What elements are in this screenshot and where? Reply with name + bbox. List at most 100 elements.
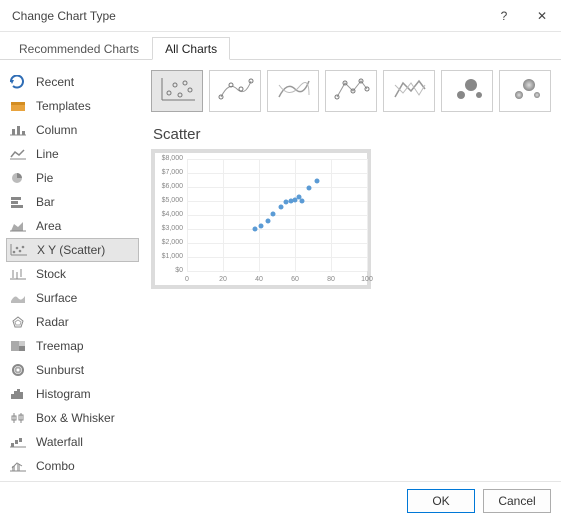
chart-type-label: Column xyxy=(36,123,77,137)
chart-type-label: Pie xyxy=(36,171,53,185)
bubble-icon xyxy=(447,75,487,108)
scatter-smooth-markers-icon xyxy=(215,75,255,108)
recent-icon xyxy=(8,72,28,92)
chart-type-scatter[interactable]: X Y (Scatter) xyxy=(6,238,139,262)
templates-icon xyxy=(8,96,28,116)
chart-type-label: Line xyxy=(36,147,59,161)
y-tick-label: $2,000 xyxy=(157,239,183,246)
chart-type-radar[interactable]: Radar xyxy=(6,310,139,334)
subtype-scatter-smooth[interactable] xyxy=(267,70,319,112)
scatter-icon xyxy=(9,240,29,260)
scatter-icon xyxy=(157,75,197,108)
close-button[interactable]: ✕ xyxy=(523,0,561,32)
subtype-row xyxy=(151,70,551,112)
chart-type-label: Surface xyxy=(36,291,77,305)
combo-icon xyxy=(8,456,28,476)
chart-type-recent[interactable]: Recent xyxy=(6,70,139,94)
chart-type-surface[interactable]: Surface xyxy=(6,286,139,310)
chart-type-bar[interactable]: Bar xyxy=(6,190,139,214)
x-tick-label: 20 xyxy=(219,276,227,283)
y-tick-label: $8,000 xyxy=(157,155,183,162)
close-icon: ✕ xyxy=(537,9,547,23)
chart-type-label: Area xyxy=(36,219,61,233)
data-point xyxy=(253,227,258,232)
data-point xyxy=(300,199,305,204)
x-tick-label: 60 xyxy=(291,276,299,283)
subtype-bubble[interactable] xyxy=(441,70,493,112)
chart-type-pie[interactable]: Pie xyxy=(6,166,139,190)
subtype-bubble-3d[interactable] xyxy=(499,70,551,112)
data-point xyxy=(266,218,271,223)
stock-icon xyxy=(8,264,28,284)
chart-type-label: Treemap xyxy=(36,339,84,353)
chart-type-label: Recent xyxy=(36,75,74,89)
chart-type-label: Sunburst xyxy=(36,363,84,377)
surface-icon xyxy=(8,288,28,308)
chart-type-label: Stock xyxy=(36,267,66,281)
data-point xyxy=(271,211,276,216)
cancel-label: Cancel xyxy=(498,494,535,508)
data-point xyxy=(258,224,263,229)
tab-recommended-label: Recommended Charts xyxy=(19,42,139,56)
box-whisker-icon xyxy=(8,408,28,428)
chart-preview[interactable]: $0$1,000$2,000$3,000$4,000$5,000$6,000$7… xyxy=(151,149,371,289)
bubble-3d-icon xyxy=(505,75,545,108)
histogram-icon xyxy=(8,384,28,404)
bar-icon xyxy=(8,192,28,212)
sunburst-icon xyxy=(8,360,28,380)
y-tick-label: $5,000 xyxy=(157,197,183,204)
x-tick-label: 80 xyxy=(327,276,335,283)
chart-type-label: Waterfall xyxy=(36,435,83,449)
tab-all-charts-label: All Charts xyxy=(165,42,217,56)
chart-type-templates[interactable]: Templates xyxy=(6,94,139,118)
column-icon xyxy=(8,120,28,140)
chart-type-stock[interactable]: Stock xyxy=(6,262,139,286)
x-tick-label: 40 xyxy=(255,276,263,283)
chart-type-line[interactable]: Line xyxy=(6,142,139,166)
cancel-button[interactable]: Cancel xyxy=(483,489,551,513)
help-icon: ? xyxy=(501,9,508,23)
treemap-icon xyxy=(8,336,28,356)
chart-type-label: Templates xyxy=(36,99,91,113)
chart-type-label: Histogram xyxy=(36,387,91,401)
chart-type-treemap[interactable]: Treemap xyxy=(6,334,139,358)
x-tick-label: 100 xyxy=(361,276,373,283)
chart-type-histogram[interactable]: Histogram xyxy=(6,382,139,406)
dialog-title: Change Chart Type xyxy=(12,9,485,23)
titlebar: Change Chart Type ? ✕ xyxy=(0,0,561,32)
chart-type-list: Recent Templates Column Line Pie Bar Area X Y (… xyxy=(0,60,139,481)
y-tick-label: $7,000 xyxy=(157,169,183,176)
x-tick-label: 0 xyxy=(185,276,189,283)
chart-type-area[interactable]: Area xyxy=(6,214,139,238)
scatter-smooth-icon xyxy=(273,75,313,108)
chart-type-waterfall[interactable]: Waterfall xyxy=(6,430,139,454)
chart-type-label: Radar xyxy=(36,315,69,329)
scatter-lines-icon xyxy=(389,75,429,108)
chart-type-label: X Y (Scatter) xyxy=(37,243,105,257)
chart-type-label: Combo xyxy=(36,459,75,473)
scatter-lines-markers-icon xyxy=(331,75,371,108)
ok-button[interactable]: OK xyxy=(407,489,475,513)
subtype-scatter-lines[interactable] xyxy=(383,70,435,112)
data-point xyxy=(307,186,312,191)
subtype-scatter-smooth-markers[interactable] xyxy=(209,70,261,112)
subtype-scatter[interactable] xyxy=(151,70,203,112)
chart-type-combo[interactable]: Combo xyxy=(6,454,139,478)
subtype-scatter-lines-markers[interactable] xyxy=(325,70,377,112)
chart-type-box-whisker[interactable]: Box & Whisker xyxy=(6,406,139,430)
pie-icon xyxy=(8,168,28,188)
y-tick-label: $4,000 xyxy=(157,211,183,218)
chart-type-sunburst[interactable]: Sunburst xyxy=(6,358,139,382)
area-icon xyxy=(8,216,28,236)
chart-type-label: Box & Whisker xyxy=(36,411,115,425)
footer: OK Cancel xyxy=(0,481,561,519)
y-tick-label: $0 xyxy=(157,267,183,274)
section-title: Scatter xyxy=(153,126,551,143)
main-panel: Scatter $0$1,000$2,000$3,000$4,000$5,000… xyxy=(139,60,561,481)
chart-type-column[interactable]: Column xyxy=(6,118,139,142)
tab-all-charts[interactable]: All Charts xyxy=(152,37,230,60)
chart-type-label: Bar xyxy=(36,195,55,209)
tab-recommended[interactable]: Recommended Charts xyxy=(6,37,152,60)
radar-icon xyxy=(8,312,28,332)
help-button[interactable]: ? xyxy=(485,0,523,32)
